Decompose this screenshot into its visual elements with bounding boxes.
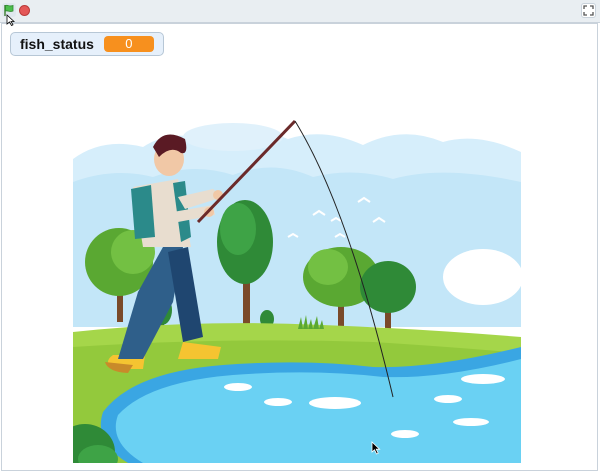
monitor-label: fish_status [20, 36, 94, 52]
fullscreen-button[interactable] [581, 3, 596, 18]
mouse-cursor-icon [6, 14, 15, 26]
player-toolbar [0, 0, 600, 23]
fishing-scene-backdrop [73, 97, 521, 463]
fullscreen-icon [583, 5, 594, 16]
stop-button[interactable] [19, 5, 30, 16]
stage[interactable]: fish_status 0 [1, 23, 598, 471]
monitor-value: 0 [103, 36, 154, 52]
variable-monitor[interactable]: fish_status 0 [10, 32, 164, 56]
mouse-cursor-icon [371, 441, 381, 455]
